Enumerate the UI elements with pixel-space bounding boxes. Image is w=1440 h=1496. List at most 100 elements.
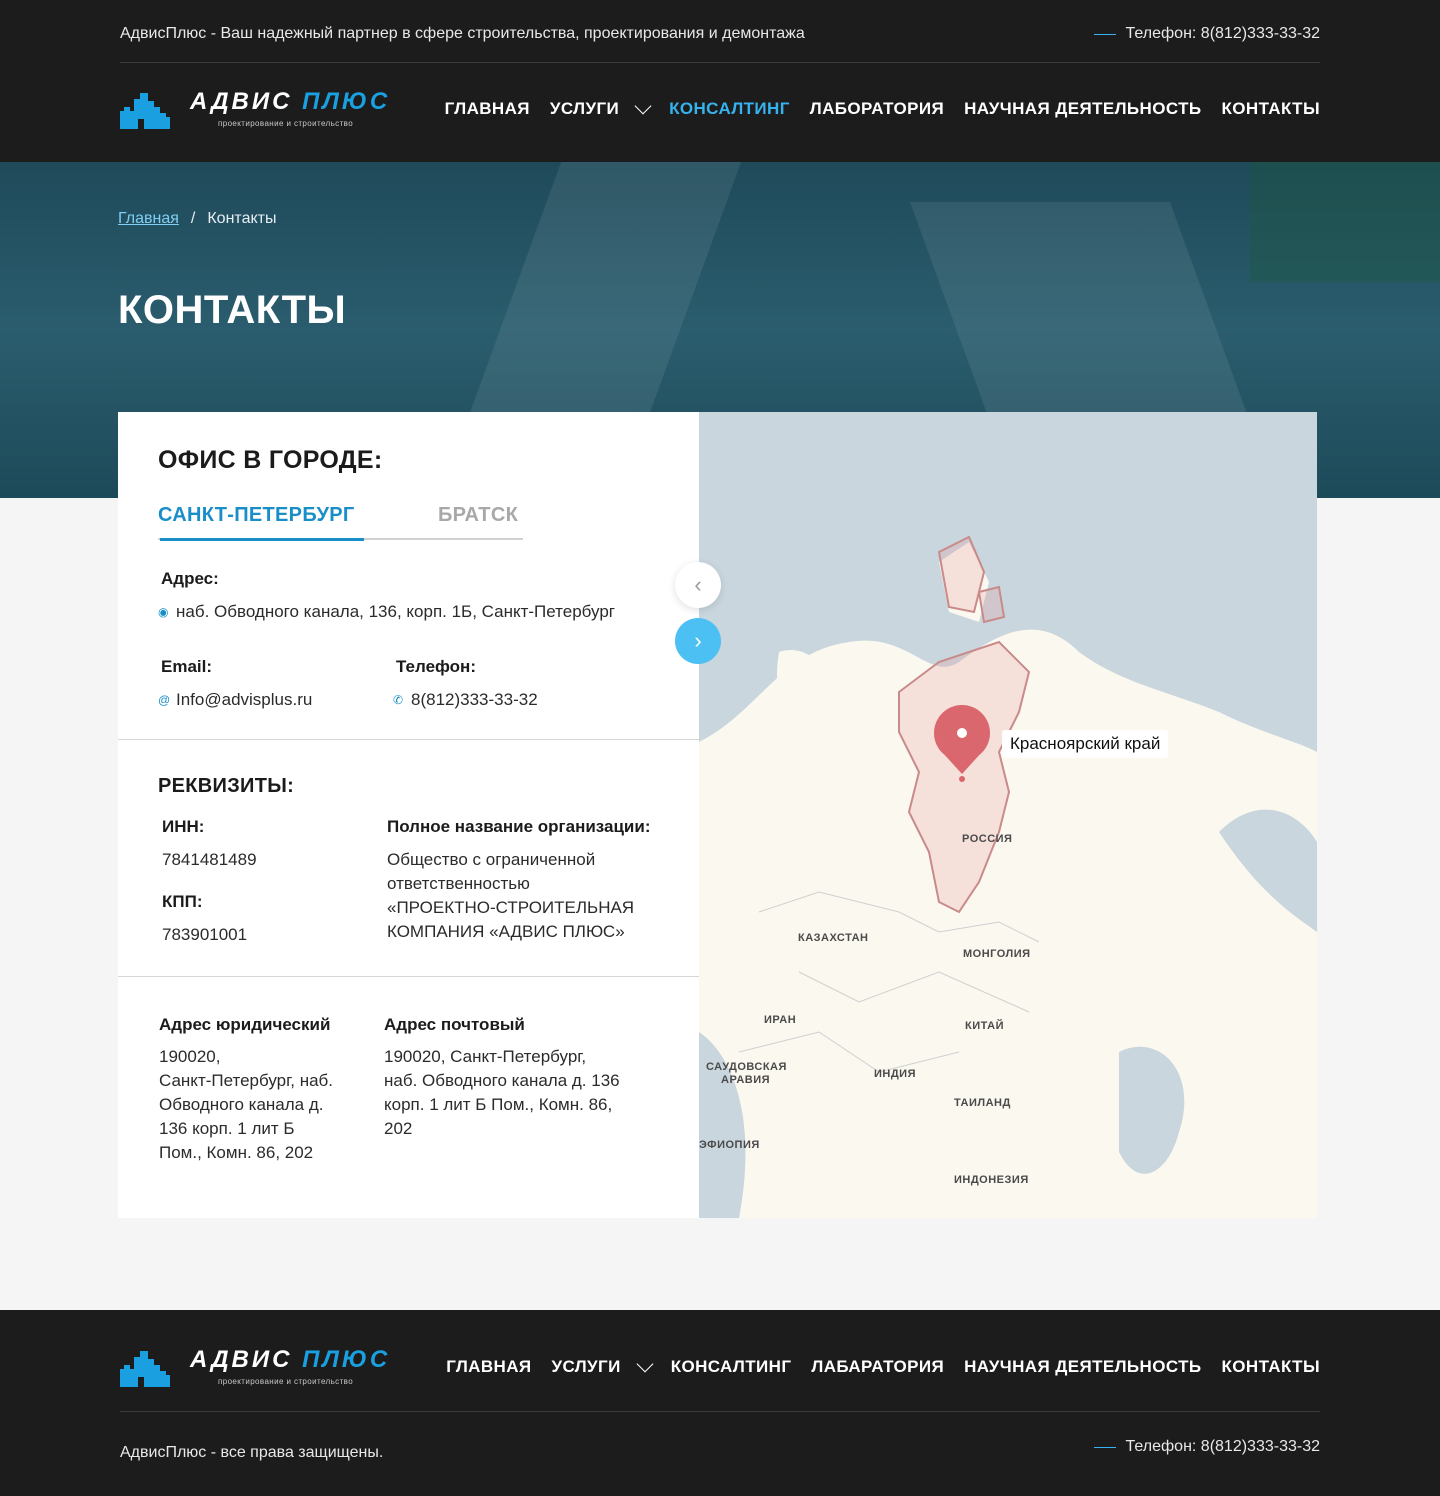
- map[interactable]: Красноярский край РОССИЯ КАЗАХСТАН МОНГО…: [699, 412, 1317, 1218]
- header-phone-text: Телефон: 8(812)333-33-32: [1125, 25, 1320, 42]
- logo-subtitle: проектирование и строительство: [218, 119, 354, 128]
- logo-name-main: АДВИС: [190, 1346, 303, 1373]
- active-tab-indicator: [160, 538, 364, 541]
- main-menu: ГЛАВНАЯ УСЛУГИ КОНСАЛТИНГ ЛАБОРАТОРИЯ НА…: [445, 97, 1321, 119]
- tab-saint-petersburg[interactable]: САНКТ-ПЕТЕРБУРГ: [158, 504, 355, 527]
- slider-next-button[interactable]: ›: [675, 618, 721, 664]
- location-pin-icon: ◉: [158, 605, 169, 619]
- logo-name-accent: ПЛЮС: [302, 88, 391, 115]
- phone-value[interactable]: ✆ 8(812)333-33-32: [393, 688, 538, 712]
- map-label-mongolia: МОНГОЛИЯ: [963, 948, 1031, 960]
- chevron-down-icon[interactable]: [634, 97, 652, 115]
- inn-label: ИНН:: [162, 817, 205, 836]
- map-label-ethiopia: ЭФИОПИЯ: [699, 1139, 760, 1151]
- map-label-saudi: САУДОВСКАЯ: [706, 1061, 787, 1073]
- footer-logo[interactable]: АДВИС ПЛЮС проектирование и строительств…: [120, 1344, 390, 1390]
- footer-menu-science[interactable]: НАУЧНАЯ ДЕЯТЕЛЬНОСТЬ: [964, 1357, 1201, 1377]
- tab-bratsk[interactable]: БРАТСК: [438, 504, 518, 527]
- logo[interactable]: АДВИС ПЛЮС проектирование и строительств…: [120, 86, 390, 132]
- dash-icon: [1093, 1446, 1116, 1448]
- logo-subtitle: проектирование и строительство: [218, 1377, 354, 1386]
- map-label-china: КИТАЙ: [965, 1020, 1004, 1032]
- address-text: наб. Обводного канала, 136, корп. 1Б, Са…: [176, 602, 615, 621]
- menu-item-home[interactable]: ГЛАВНАЯ: [445, 99, 530, 119]
- map-marker-anchor: [959, 776, 965, 782]
- logo-text: АДВИС ПЛЮС проектирование и строительств…: [190, 90, 390, 128]
- inn-value: 7841481489: [162, 850, 257, 869]
- header-phone[interactable]: Телефон: 8(812)333-33-32: [1093, 25, 1320, 43]
- postal-address-label: Адрес почтовый: [384, 1015, 525, 1034]
- slider-prev-button[interactable]: ‹: [675, 562, 721, 608]
- org-name-value: Общество с ограниченной ответственностью…: [387, 850, 635, 941]
- logo-name-accent: ПЛЮС: [302, 1346, 391, 1373]
- email-text: Info@advisplus.ru: [176, 690, 313, 709]
- map-label-india: ИНДИЯ: [874, 1068, 916, 1080]
- logo-buildings-icon: [120, 1351, 170, 1387]
- footer-menu-contacts[interactable]: КОНТАКТЫ: [1222, 1357, 1321, 1377]
- city-tabs: САНКТ-ПЕТЕРБУРГ БРАТСК: [158, 504, 523, 541]
- chevron-left-icon: ‹: [694, 572, 702, 597]
- breadcrumb-home[interactable]: Главная: [118, 210, 179, 227]
- office-title: ОФИС В ГОРОДЕ:: [158, 446, 383, 474]
- map-label-kazakhstan: КАЗАХСТАН: [798, 932, 869, 944]
- requisites-title: РЕКВИЗИТЫ:: [158, 775, 295, 797]
- map-marker-dot: [957, 728, 967, 738]
- footer-menu-laboratory[interactable]: ЛАБАРАТОРИЯ: [811, 1357, 944, 1377]
- legal-address-label: Адрес юридический: [159, 1015, 331, 1034]
- at-sign-icon: @: [158, 693, 171, 707]
- map-label-indonesia: ИНДОНЕЗИЯ: [954, 1174, 1029, 1186]
- logo-name: АДВИС ПЛЮС: [190, 90, 390, 114]
- legal-address-value: 190020, Санкт-Петербург, наб. Обводного …: [159, 1047, 334, 1162]
- footer-menu: ГЛАВНАЯ УСЛУГИ КОНСАЛТИНГ ЛАБАРАТОРИЯ НА…: [446, 1355, 1321, 1377]
- menu-item-consulting[interactable]: КОНСАЛТИНГ: [669, 99, 790, 119]
- contacts-card: ОФИС В ГОРОДЕ: САНКТ-ПЕТЕРБУРГ БРАТСК Ад…: [118, 412, 699, 1218]
- footer-bottom: АдвисПлюс - все права защищены. Телефон:…: [120, 1435, 1320, 1461]
- email-value[interactable]: @ Info@advisplus.ru: [158, 688, 312, 712]
- header-divider: [120, 62, 1320, 63]
- tagline: АдвисПлюс - Ваш надежный партнер в сфере…: [120, 25, 805, 42]
- logo-name-main: АДВИС: [190, 88, 303, 115]
- footer-menu-consulting[interactable]: КОНСАЛТИНГ: [671, 1357, 792, 1377]
- footer-phone[interactable]: Телефон: 8(812)333-33-32: [1093, 1438, 1320, 1456]
- breadcrumb-separator: /: [190, 210, 196, 227]
- breadcrumb: Главная / Контакты: [118, 210, 276, 228]
- menu-item-laboratory[interactable]: ЛАБОРАТОРИЯ: [810, 99, 944, 119]
- org-name-label: Полное название организации:: [387, 817, 651, 836]
- footer-menu-services[interactable]: УСЛУГИ: [552, 1355, 654, 1377]
- hero-building-shape: [909, 202, 1251, 422]
- postal-address-value: 190020, Санкт-Петербург, наб. Обводного …: [384, 1047, 620, 1138]
- menu-item-contacts[interactable]: КОНТАКТЫ: [1222, 99, 1321, 119]
- footer-phone-text: Телефон: 8(812)333-33-32: [1125, 1438, 1320, 1455]
- kpp-value: 783901001: [162, 925, 248, 944]
- footer-divider: [120, 1411, 1320, 1412]
- copyright-text: АдвисПлюс - все права защищены.: [120, 1444, 384, 1461]
- address-label: Адрес:: [161, 569, 219, 588]
- page-title: КОНТАКТЫ: [118, 288, 347, 332]
- email-label: Email:: [161, 657, 213, 676]
- map-label-thailand: ТАИЛАНД: [954, 1097, 1011, 1109]
- dash-icon: [1093, 33, 1116, 35]
- hero-trees-shape: [1250, 162, 1440, 282]
- logo-buildings-icon: [120, 93, 170, 129]
- divider: [118, 739, 699, 740]
- map-label-russia: РОССИЯ: [962, 833, 1013, 845]
- chevron-down-icon[interactable]: [636, 1355, 654, 1373]
- logo-name: АДВИС ПЛЮС: [190, 1348, 390, 1372]
- site-footer: АДВИС ПЛЮС проектирование и строительств…: [0, 1310, 1440, 1496]
- header-topline: АдвисПлюс - Ваш надежный партнер в сфере…: [120, 22, 1320, 46]
- logo-text: АДВИС ПЛЮС проектирование и строительств…: [190, 1348, 390, 1386]
- breadcrumb-current: Контакты: [207, 210, 277, 227]
- phone-text: 8(812)333-33-32: [411, 690, 538, 709]
- map-label-arabia: АРАВИЯ: [721, 1074, 771, 1086]
- kpp-label: КПП:: [162, 892, 203, 911]
- map-label-iran: ИРАН: [764, 1014, 797, 1026]
- footer-menu-home[interactable]: ГЛАВНАЯ: [446, 1357, 531, 1377]
- address-value: ◉ наб. Обводного канала, 136, корп. 1Б, …: [158, 600, 615, 624]
- site-header: АдвисПлюс - Ваш надежный партнер в сфере…: [0, 0, 1440, 162]
- phone-icon: ✆: [393, 693, 404, 707]
- divider: [118, 976, 699, 977]
- map-pin-label: Красноярский край: [1002, 730, 1169, 758]
- menu-item-services[interactable]: УСЛУГИ: [550, 97, 652, 119]
- menu-item-science[interactable]: НАУЧНАЯ ДЕЯТЕЛЬНОСТЬ: [964, 99, 1201, 119]
- phone-label: Телефон:: [396, 657, 476, 676]
